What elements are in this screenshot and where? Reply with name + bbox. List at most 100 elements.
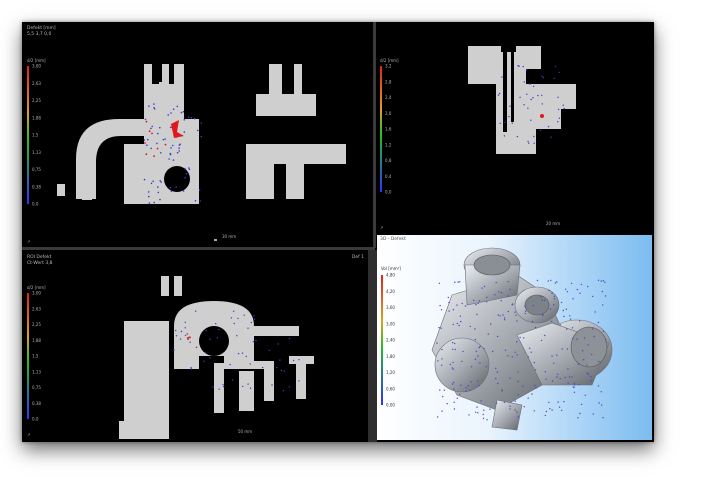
viewport-top-right[interactable]: d/2 [mm] 3,2 2,8 2,4 2,0 1,6 1,2 0,8 0,4 0,0 20 … xyxy=(376,24,652,234)
defect-marker xyxy=(547,125,550,128)
defect-marker xyxy=(179,338,182,340)
viewport-divider-vertical[interactable] xyxy=(373,22,376,248)
defect-marker xyxy=(457,281,459,283)
defect-marker xyxy=(200,135,203,138)
defect-marker xyxy=(452,361,454,364)
defect-marker xyxy=(477,302,479,304)
legend-title: Vol [mm³] xyxy=(381,266,401,271)
defect-marker xyxy=(147,138,149,141)
defect-marker xyxy=(153,106,155,109)
defect-marker xyxy=(541,299,543,301)
defect-marker xyxy=(504,121,506,124)
defect-marker xyxy=(567,368,569,370)
defect-marker xyxy=(283,370,285,372)
defect-marker xyxy=(230,317,233,319)
legend-value: 0,00 xyxy=(386,403,395,408)
defect-marker xyxy=(523,337,525,339)
defect-marker xyxy=(600,280,602,282)
defect-marker xyxy=(438,282,441,284)
defect-marker xyxy=(591,353,593,356)
defect-marker xyxy=(511,356,513,358)
legend-value: 3,00 xyxy=(32,64,41,69)
defect-marker xyxy=(557,373,559,375)
defect-marker xyxy=(443,389,445,391)
defect-marker xyxy=(147,191,150,193)
defect-marker xyxy=(554,65,557,67)
defect-marker xyxy=(571,376,573,378)
defect-marker xyxy=(237,352,240,355)
defect-marker xyxy=(557,121,559,123)
defect-marker xyxy=(483,285,486,288)
defect-marker xyxy=(583,337,586,339)
defect-marker xyxy=(184,167,186,170)
defect-marker xyxy=(185,173,188,175)
defect-marker xyxy=(447,296,449,299)
legend-value: 1,13 xyxy=(32,369,41,374)
defect-marker xyxy=(298,380,300,382)
defect-marker xyxy=(557,96,559,99)
defect-marker xyxy=(542,314,544,317)
defect-marker xyxy=(474,358,477,360)
defect-marker xyxy=(566,348,569,350)
defect-marker xyxy=(565,288,567,290)
defect-marker xyxy=(218,328,220,331)
defect-marker xyxy=(556,376,558,378)
defect-marker xyxy=(465,387,467,389)
defect-marker xyxy=(441,410,443,412)
defect-marker xyxy=(232,310,235,312)
defect-marker xyxy=(586,372,588,374)
defect-marker xyxy=(485,366,487,368)
defect-marker xyxy=(543,299,546,302)
defect-marker xyxy=(604,295,607,297)
defect-marker xyxy=(242,385,244,388)
defect-marker xyxy=(253,318,256,320)
defect-marker xyxy=(524,312,526,315)
viewport-bottom-right-3d[interactable]: 3D - Defekt Vol [mm³] 4,80 4,20 3,60 3,00 2,… xyxy=(377,235,652,440)
defect-marker xyxy=(503,135,506,137)
defect-marker xyxy=(580,283,583,286)
defect-marker xyxy=(553,295,556,297)
defect-marker xyxy=(151,132,153,135)
defect-marker xyxy=(247,327,249,329)
defect-marker xyxy=(498,291,500,293)
defect-marker xyxy=(448,301,450,304)
defect-marker xyxy=(477,380,479,382)
defect-marker xyxy=(549,308,552,310)
color-legend-bar xyxy=(27,293,29,419)
viewport-top-left[interactable]: Defekt [mm] 5,5 3,7 0,0 d/2 [mm] 3,00 2,6… xyxy=(24,24,373,246)
defect-marker xyxy=(159,126,161,129)
defect-marker xyxy=(203,360,205,362)
defect-marker xyxy=(563,315,565,318)
defect-marker xyxy=(568,376,571,378)
defect-marker xyxy=(509,105,511,107)
defect-marker xyxy=(579,292,581,294)
defect-marker xyxy=(204,352,207,354)
defect-marker xyxy=(170,147,172,149)
defect-marker xyxy=(460,384,462,386)
defect-marker xyxy=(600,391,602,393)
legend-value: 0,75 xyxy=(32,167,41,172)
viewport-bottom-left[interactable]: ROI Defekt Ct-Wert 3,8 Def 1 d/2 [mm] 3,… xyxy=(24,251,368,440)
defect-marker xyxy=(573,391,576,393)
defect-marker xyxy=(461,302,463,305)
defect-marker xyxy=(153,201,155,204)
defect-marker xyxy=(495,367,497,369)
defect-marker xyxy=(145,153,148,156)
defect-marker xyxy=(527,140,529,143)
viewport-divider-horizontal[interactable] xyxy=(22,247,375,250)
defect-marker xyxy=(526,93,528,95)
defect-marker xyxy=(598,360,600,363)
defect-marker xyxy=(198,189,201,191)
defect-marker xyxy=(476,313,478,316)
defect-marker xyxy=(516,354,518,356)
defect-marker xyxy=(597,321,600,324)
defect-marker xyxy=(497,94,500,96)
defect-marker xyxy=(558,71,560,74)
defect-marker xyxy=(530,119,532,121)
defect-marker xyxy=(578,383,580,386)
defect-marker xyxy=(441,364,443,366)
defect-marker xyxy=(456,304,458,306)
defect-marker xyxy=(483,409,485,411)
defect-marker xyxy=(288,337,291,340)
defect-marker xyxy=(153,103,155,105)
